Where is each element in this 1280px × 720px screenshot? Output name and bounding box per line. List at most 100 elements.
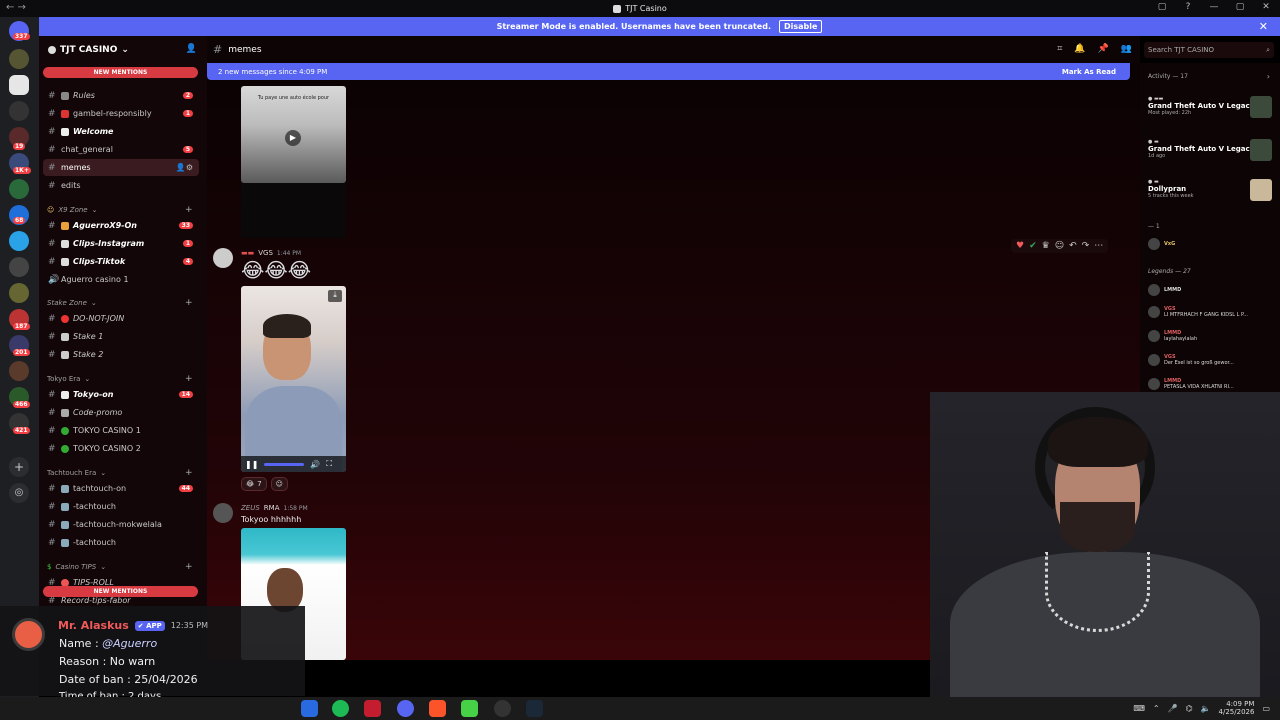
minimize-icon[interactable]: — <box>1208 2 1220 12</box>
new-mentions-pill[interactable]: NEW MENTIONS <box>43 67 198 78</box>
channel-tachtouch-mokwelala[interactable]: # -tachtouch-mokwelala <box>43 516 199 533</box>
channel-stake-2[interactable]: # Stake 2 <box>43 346 199 363</box>
server-icon[interactable] <box>9 101 29 121</box>
download-icon[interactable]: ⤓ <box>328 290 342 302</box>
channel-tokyo-on[interactable]: # Tokyo-on 14 <box>43 386 199 403</box>
play-icon[interactable]: ▶ <box>285 130 301 146</box>
channel-gambel-responsibly[interactable]: # gambel-responsibly 1 <box>43 105 199 122</box>
video-player[interactable]: ⤓ ❚❚ 🔊 ⛶ <box>241 286 346 472</box>
member-row[interactable]: LMMD laylahaylalah <box>1148 329 1272 342</box>
channel-stake-1[interactable]: # Stake 1 <box>43 328 199 345</box>
channel-edits[interactable]: # edits <box>43 177 199 194</box>
channel-welcome[interactable]: # Welcome <box>43 123 199 140</box>
brave-icon[interactable] <box>429 700 446 717</box>
channel-memes[interactable]: # memes 👤⚙ <box>43 159 199 176</box>
channel-clips-tiktok[interactable]: # Clips-Tiktok 4 <box>43 253 199 270</box>
notifications-bell-icon[interactable]: 🔔 <box>1074 44 1085 54</box>
voice-aguerro-casino-1[interactable]: 🔊 Aguerro casino 1 <box>43 271 199 288</box>
volume-icon[interactable]: 🔈 <box>1201 704 1211 713</box>
settings-gear-icon[interactable]: 👤⚙ <box>176 163 193 172</box>
channel-record-tips[interactable]: # Record-tips-fabor <box>43 592 199 606</box>
member-row[interactable]: VGS LI MTFRHACH F GANG KIDSL L P... <box>1148 305 1272 318</box>
server-icon[interactable] <box>9 49 29 69</box>
search-input[interactable]: Search TJT CASINO ⌕ <box>1144 42 1274 58</box>
avatar[interactable] <box>213 248 233 268</box>
add-channel-icon[interactable]: + <box>185 298 193 308</box>
discord-taskbar-icon[interactable] <box>397 700 414 717</box>
back-forward-icon[interactable]: ← → <box>6 2 26 13</box>
member-list-icon[interactable]: 👥 <box>1121 44 1132 54</box>
more-icon[interactable]: ⋯ <box>1094 241 1103 251</box>
steam-icon[interactable] <box>526 700 543 717</box>
add-channel-icon[interactable]: + <box>185 205 193 215</box>
add-server-icon[interactable]: + <box>9 457 29 477</box>
member-row[interactable]: VGS Der Esel ist so groß gewor... <box>1148 353 1272 366</box>
add-channel-icon[interactable]: + <box>185 374 193 384</box>
add-reaction-icon[interactable]: ☺ <box>1055 241 1064 251</box>
category-casino-tips[interactable]: $ Casino TIPS ⌄ + <box>47 562 193 572</box>
volume-icon[interactable]: 🔊 <box>310 460 320 469</box>
video-attachment[interactable]: Tu paye une auto école pour ▶ <box>241 86 346 183</box>
channel-do-not-join[interactable]: # DO-NOT-JOIN <box>43 310 199 327</box>
server-icon[interactable] <box>9 283 29 303</box>
member-row[interactable]: VxG <box>1148 237 1272 250</box>
maximize-icon[interactable]: ▢ <box>1234 2 1246 12</box>
add-channel-icon[interactable]: + <box>185 562 193 572</box>
chevron-right-icon[interactable]: › <box>1267 72 1270 81</box>
channel-rules[interactable]: # Rules 2 <box>43 87 199 104</box>
obs-icon[interactable] <box>494 700 511 717</box>
server-icon[interactable] <box>9 179 29 199</box>
channel-tokyo-casino-2[interactable]: # TOKYO CASINO 2 <box>43 440 199 457</box>
mic-icon[interactable]: 🎤 <box>1168 704 1178 713</box>
pin-icon[interactable]: 📌 <box>1098 44 1109 54</box>
category-tokyo-era[interactable]: Tokyo Era ⌄ + <box>47 374 193 384</box>
server-icon[interactable] <box>9 231 29 251</box>
pause-icon[interactable]: ❚❚ <box>245 460 258 469</box>
add-channel-icon[interactable]: + <box>185 468 193 478</box>
channel-tachtouch[interactable]: # -tachtouch <box>43 498 199 515</box>
help-icon[interactable]: ? <box>1182 2 1194 12</box>
adobe-app-icon[interactable] <box>364 700 381 717</box>
crown-icon[interactable]: ♛ <box>1042 241 1050 251</box>
discover-icon[interactable]: ◎ <box>9 483 29 503</box>
category-tachtouch-era[interactable]: Tachtouch Era ⌄ + <box>47 468 193 478</box>
channel-aguerrox9-on[interactable]: # AguerroX9-On 33 <box>43 217 199 234</box>
reaction-laugh[interactable]: 😂 7 <box>241 477 267 491</box>
channel-code-promo[interactable]: # Code-promo <box>43 404 199 421</box>
guild-header[interactable]: TJT CASINO ⌄ 👤 <box>39 36 207 63</box>
close-banner-icon[interactable]: ✕ <box>1259 20 1268 33</box>
inbox-icon[interactable]: ▢ <box>1156 2 1168 12</box>
fullscreen-icon[interactable]: ⛶ <box>326 459 332 469</box>
avatar[interactable] <box>213 503 233 523</box>
threads-icon[interactable]: ⌗ <box>1057 44 1062 54</box>
server-icon[interactable] <box>9 257 29 277</box>
server-icon[interactable] <box>9 361 29 381</box>
disable-streamer-button[interactable]: Disable <box>778 20 823 33</box>
channel-tachtouch-on[interactable]: # tachtouch-on 44 <box>43 480 199 497</box>
volume-slider[interactable] <box>264 462 305 466</box>
channel-chat-general[interactable]: # chat_general 5 <box>43 141 199 158</box>
files-app-icon[interactable] <box>301 700 318 717</box>
mark-as-read-button[interactable]: Mark As Read <box>1062 68 1116 76</box>
invite-icon[interactable]: 👤 <box>186 44 197 54</box>
chevron-up-icon[interactable]: ⌃ <box>1153 704 1160 713</box>
new-messages-bar[interactable]: 2 new messages since 4:09 PM Mark As Rea… <box>207 63 1130 80</box>
category-x9-zone[interactable]: ☺ X9 Zone ⌄ + <box>47 205 193 215</box>
activity-card[interactable]: ● ▬ Grand Theft Auto V Legacy 1d ago <box>1148 139 1272 161</box>
category-stake-zone[interactable]: Stake Zone ⌄ + <box>47 298 193 308</box>
clock[interactable]: 4:09 PM 4/25/2026 <box>1219 700 1255 716</box>
notification-icon[interactable]: ▭ <box>1262 704 1270 713</box>
add-reaction-button[interactable]: ☺ <box>270 477 288 491</box>
spotify-icon[interactable] <box>332 700 349 717</box>
heart-icon[interactable]: ♥ <box>1016 241 1024 251</box>
channel-tachtouch-2[interactable]: # -tachtouch <box>43 534 199 551</box>
server-icon-active[interactable] <box>9 75 29 95</box>
activity-card[interactable]: ● ▬ Dollypran 5 tracks this week <box>1148 179 1272 201</box>
member-row[interactable]: LMMD PETASLA VIDA XHLATNI RI... <box>1148 377 1272 390</box>
forward-icon[interactable]: ↷ <box>1082 241 1090 251</box>
network-icon[interactable]: ⌬ <box>1186 704 1193 713</box>
keyboard-icon[interactable]: ⌨ <box>1133 704 1145 713</box>
member-row[interactable]: LMMD <box>1148 283 1272 296</box>
activity-card[interactable]: ● ▬▬ Grand Theft Auto V Legacy Most play… <box>1148 96 1272 118</box>
play-app-icon[interactable] <box>461 700 478 717</box>
